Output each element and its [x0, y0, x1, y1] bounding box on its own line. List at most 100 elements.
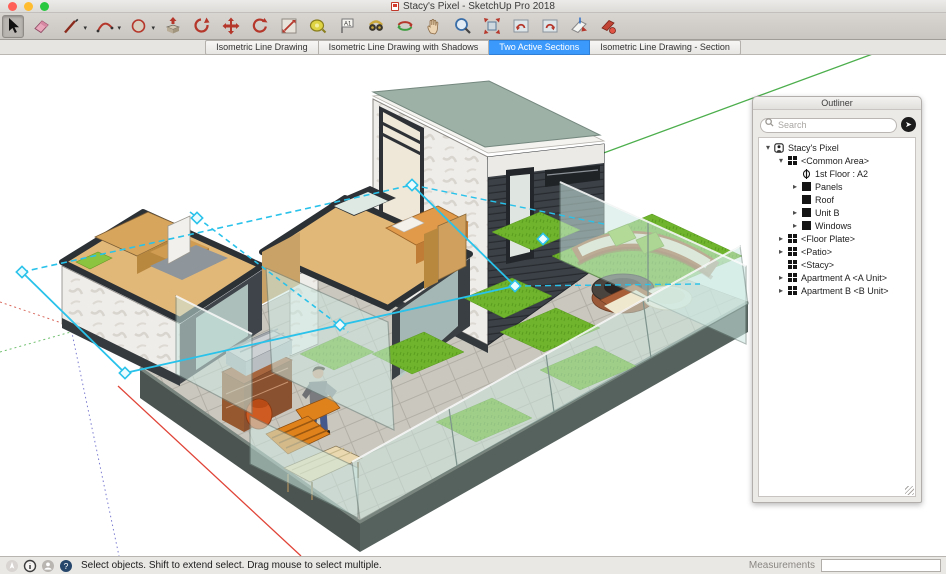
shapes-tool-button[interactable] — [128, 15, 150, 38]
next-view-icon — [540, 16, 560, 36]
eraser-tool-button[interactable] — [31, 15, 53, 38]
group-icon — [800, 221, 812, 230]
disclosure-triangle-icon[interactable] — [776, 247, 786, 256]
orbit-tool-button[interactable] — [394, 15, 416, 38]
outliner-item-label: 1st Floor : A2 — [815, 169, 868, 179]
outliner-tree: Stacy's Pixel <Common Area> 1st Floor : … — [758, 137, 916, 497]
scale-icon — [279, 16, 299, 36]
next-view-tool-button[interactable] — [539, 15, 561, 38]
account-button[interactable] — [41, 559, 55, 573]
credits-button[interactable] — [23, 559, 37, 573]
outliner-item-model[interactable]: Stacy's Pixel — [759, 141, 915, 154]
select-tool-button[interactable] — [2, 15, 24, 38]
outliner-item-1st-floor[interactable]: 1st Floor : A2 — [759, 167, 915, 180]
text-tool-button[interactable]: A1 — [336, 15, 358, 38]
line-tool-button[interactable] — [60, 15, 82, 38]
title-bar: Stacy's Pixel - SketchUp Pro 2018 — [0, 0, 946, 13]
component-icon — [786, 156, 798, 165]
outliner-item-unit-b[interactable]: Unit B — [759, 206, 915, 219]
disclosure-triangle-icon[interactable] — [790, 221, 800, 230]
geolocate-button[interactable] — [5, 559, 19, 573]
outliner-item-panels[interactable]: Panels — [759, 180, 915, 193]
tape-measure-icon — [308, 16, 328, 36]
outliner-item-floor-plate[interactable]: <Floor Plate> — [759, 232, 915, 245]
scene-tab-two-active-sections[interactable]: Two Active Sections — [489, 40, 590, 55]
search-icon — [765, 118, 774, 127]
section-display-icon — [598, 16, 618, 36]
tape-measure-tool-button[interactable] — [307, 15, 329, 38]
panel-resize-grip[interactable] — [905, 486, 914, 495]
outliner-item-stacy[interactable]: <Stacy> — [759, 258, 915, 271]
previous-view-tool-button[interactable] — [510, 15, 532, 38]
scene-tabs-bar: Isometric Line Drawing Isometric Line Dr… — [0, 40, 946, 55]
outliner-item-roof[interactable]: Roof — [759, 193, 915, 206]
line-pencil-icon — [61, 16, 81, 36]
scene-tab-isometric-line-drawing[interactable]: Isometric Line Drawing — [205, 40, 319, 55]
details-button[interactable]: ➤ — [901, 117, 916, 132]
zoom-tool-button[interactable] — [452, 15, 474, 38]
zoom-extents-tool-button[interactable] — [481, 15, 503, 38]
component-icon — [786, 247, 798, 256]
outliner-item-apartment-b[interactable]: Apartment B <B Unit> — [759, 284, 915, 297]
circle-shape-icon — [129, 16, 149, 36]
follow-me-icon — [192, 16, 212, 36]
outliner-item-apartment-a[interactable]: Apartment A <A Unit> — [759, 271, 915, 284]
outliner-panel: Outliner ➤ Stacy's Pixel <Common Area> 1… — [752, 96, 922, 503]
zoom-extents-icon — [482, 16, 502, 36]
walk-tool-button[interactable] — [365, 15, 387, 38]
document-icon — [391, 2, 399, 11]
user-icon — [41, 559, 55, 573]
move-tool-button[interactable] — [220, 15, 242, 38]
eraser-icon — [32, 16, 52, 36]
outliner-item-label: Apartment B <B Unit> — [801, 286, 889, 296]
model-icon — [773, 143, 785, 153]
pan-tool-button[interactable] — [423, 15, 445, 38]
disclosure-triangle-icon[interactable] — [763, 143, 773, 152]
info-circle-icon — [23, 559, 37, 573]
move-icon — [221, 16, 241, 36]
disclosure-triangle-icon[interactable] — [776, 234, 786, 243]
rotate-icon — [250, 16, 270, 36]
component-icon — [786, 286, 798, 295]
help-button[interactable]: ? — [59, 559, 73, 573]
arc-icon — [95, 16, 115, 36]
scale-tool-button[interactable] — [278, 15, 300, 38]
component-icon — [786, 234, 798, 243]
component-icon — [786, 260, 798, 269]
geolocate-icon — [5, 559, 19, 573]
walk-icon — [366, 16, 386, 36]
disclosure-triangle-icon[interactable] — [790, 208, 800, 217]
group-icon — [800, 208, 812, 217]
outliner-item-label: Windows — [815, 221, 852, 231]
outliner-panel-title[interactable]: Outliner — [753, 97, 921, 110]
disclosure-triangle-icon[interactable] — [776, 156, 786, 165]
group-icon — [800, 182, 812, 191]
text-icon: A1 — [337, 16, 357, 36]
orbit-icon — [395, 16, 415, 36]
outliner-item-label: Apartment A <A Unit> — [801, 273, 887, 283]
measurements-input[interactable] — [821, 559, 941, 572]
arc-tool-button[interactable] — [94, 15, 116, 38]
push-pull-icon — [163, 16, 183, 36]
section-display-tool-button[interactable] — [597, 15, 619, 38]
disclosure-triangle-icon[interactable] — [776, 286, 786, 295]
status-message: Select objects. Shift to extend select. … — [81, 560, 745, 571]
outliner-item-windows[interactable]: Windows — [759, 219, 915, 232]
scene-tab-isometric-line-drawing-with-shadows[interactable]: Isometric Line Drawing with Shadows — [319, 40, 490, 55]
disclosure-triangle-icon[interactable] — [776, 273, 786, 282]
group-icon — [800, 195, 812, 204]
section-plane-tool-button[interactable] — [568, 15, 590, 38]
svg-text:?: ? — [64, 561, 69, 571]
follow-me-tool-button[interactable] — [191, 15, 213, 38]
outliner-item-label: <Common Area> — [801, 156, 869, 166]
push-pull-tool-button[interactable] — [162, 15, 184, 38]
outliner-item-common-area[interactable]: <Common Area> — [759, 154, 915, 167]
disclosure-triangle-icon[interactable] — [790, 182, 800, 191]
outliner-search-input[interactable] — [760, 118, 897, 133]
help-icon: ? — [59, 559, 73, 573]
component-icon — [786, 273, 798, 282]
scene-tab-isometric-line-drawing-section[interactable]: Isometric Line Drawing - Section — [590, 40, 741, 55]
rotate-tool-button[interactable] — [249, 15, 271, 38]
outliner-item-patio[interactable]: <Patio> — [759, 245, 915, 258]
measurements-label: Measurements — [749, 560, 815, 571]
